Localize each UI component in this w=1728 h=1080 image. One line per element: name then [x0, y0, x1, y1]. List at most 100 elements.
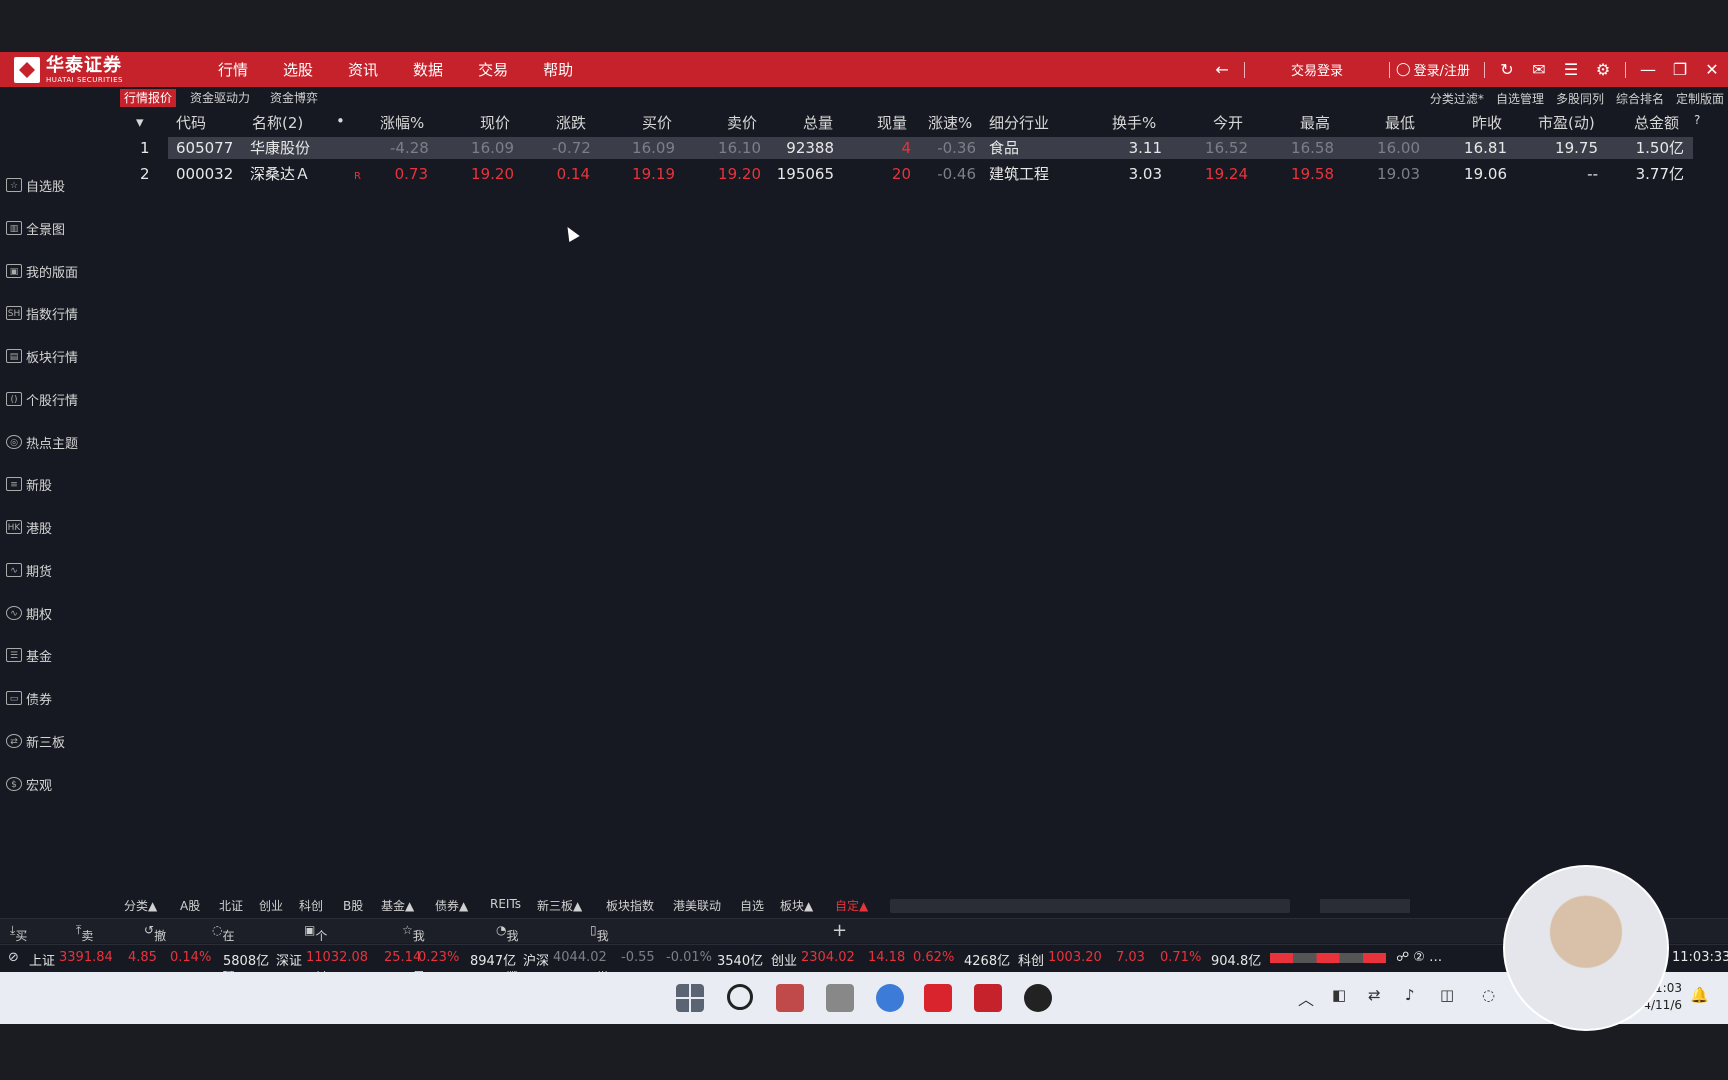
sidebar-item-options[interactable]: ∿ 期权: [6, 602, 52, 624]
my-layout-button[interactable]: ◔ 我的版面: [496, 923, 519, 994]
tab-category[interactable]: 分类▲: [124, 897, 157, 914]
app-icon[interactable]: [776, 984, 804, 1012]
sell-button[interactable]: ⤒ 卖出: [76, 923, 93, 960]
col-header-high[interactable]: 最高: [1300, 112, 1330, 134]
col-header-name[interactable]: 名称(2): [252, 112, 303, 134]
tab-sector-index[interactable]: 板块指数: [606, 897, 654, 914]
sidebar-item-futures[interactable]: ∿ 期货: [6, 559, 52, 581]
sidebar-item-bond[interactable]: ▭ 债券: [6, 687, 52, 709]
online-service-button[interactable]: ◌ 在线客服: [212, 923, 235, 994]
network-icon[interactable]: ◫: [1440, 986, 1454, 1004]
restore-icon[interactable]: ❐: [1664, 60, 1696, 79]
minimize-icon[interactable]: —: [1632, 60, 1664, 79]
sort-dropdown-icon[interactable]: ▾: [136, 113, 144, 135]
list-icon[interactable]: ☰: [1555, 60, 1587, 79]
tab-hk-us-link[interactable]: 港美联动: [673, 897, 721, 914]
sidebar-item-fund[interactable]: ☰ 基金: [6, 644, 52, 666]
sidebar-item-ipo[interactable]: ≡ 新股: [6, 473, 52, 495]
sidebar-item-my-layout[interactable]: ▣ 我的版面: [6, 260, 78, 282]
collapsed-tabs-placeholder[interactable]: [890, 899, 1290, 913]
tab-a-share[interactable]: A股: [180, 897, 200, 914]
sidebar-item-hk[interactable]: HK 港股: [6, 516, 52, 538]
my-news-button[interactable]: ▯ 我的资讯: [590, 923, 609, 994]
my-watchlist-button[interactable]: ☆ 我的自选: [402, 923, 425, 994]
cancel-order-button[interactable]: ↺ 撤单: [144, 923, 166, 960]
col-header-chg[interactable]: 涨跌: [556, 112, 586, 134]
tab-reits[interactable]: REITs: [490, 897, 521, 911]
browser-icon[interactable]: [876, 984, 904, 1012]
bell-icon[interactable]: 🔔: [1690, 986, 1709, 1004]
col-header-open[interactable]: 今开: [1213, 112, 1243, 134]
tab-neeq[interactable]: 新三板▲: [537, 897, 582, 914]
tab-quotes[interactable]: 行情报价: [120, 89, 177, 107]
tab-chinext[interactable]: 创业: [259, 897, 283, 914]
huatai-app-icon[interactable]: [974, 984, 1002, 1012]
menu-stock-picker[interactable]: 选股: [283, 59, 313, 80]
col-header-amount[interactable]: 总金额: [1634, 112, 1679, 134]
tab-capital-game[interactable]: 资金博弈: [266, 89, 322, 107]
menu-help[interactable]: 帮助: [543, 59, 573, 80]
sidebar-item-neeq[interactable]: ⇄ 新三板: [6, 730, 65, 752]
close-icon[interactable]: ✕: [1696, 60, 1728, 79]
app-icon[interactable]: [1024, 984, 1052, 1012]
sidebar-item-panorama[interactable]: ▥ 全景图: [6, 217, 65, 239]
tab-custom[interactable]: 自定▲: [835, 897, 868, 914]
mail-icon[interactable]: ✉: [1523, 60, 1555, 79]
ticker-toggle-icon[interactable]: ⊘: [8, 950, 19, 965]
tab-multi-stock[interactable]: 多股同列: [1556, 90, 1604, 107]
tab-capital-drive[interactable]: 资金驱动力: [186, 89, 254, 107]
sidebar-item-stock[interactable]: () 个股行情: [6, 388, 78, 410]
settings-tray-icon[interactable]: ⇄: [1368, 986, 1381, 1004]
menu-data[interactable]: 数据: [413, 59, 443, 80]
search-icon[interactable]: [727, 984, 753, 1010]
col-header-code[interactable]: 代码: [176, 112, 206, 134]
col-header-chg-pct[interactable]: 涨幅%: [380, 112, 424, 134]
col-header-vol[interactable]: 总量: [803, 112, 833, 134]
chat-icon[interactable]: ◌: [1482, 986, 1495, 1004]
gear-icon[interactable]: ⚙: [1587, 60, 1619, 79]
help-icon[interactable]: ?: [1694, 113, 1700, 135]
col-header-bid[interactable]: 买价: [642, 112, 672, 134]
col-header-low[interactable]: 最低: [1385, 112, 1415, 134]
col-header-ask[interactable]: 卖价: [727, 112, 757, 134]
col-header-turnover[interactable]: 换手%: [1112, 112, 1156, 134]
tab-star[interactable]: 科创: [299, 897, 323, 914]
menu-trade[interactable]: 交易: [478, 59, 508, 80]
tab-watchlist[interactable]: 自选: [740, 897, 764, 914]
tray-icon[interactable]: ◧: [1332, 986, 1346, 1004]
tab-b-share[interactable]: B股: [343, 897, 363, 914]
tab-watchlist-manage[interactable]: 自选管理: [1496, 90, 1544, 107]
tab-sector[interactable]: 板块▲: [780, 897, 813, 914]
refresh-icon[interactable]: ↻: [1491, 60, 1523, 79]
tab-category-filter[interactable]: 分类过滤*: [1430, 90, 1484, 107]
col-header-price[interactable]: 现价: [480, 112, 510, 134]
tab-ranking[interactable]: 综合排名: [1616, 90, 1664, 107]
sidebar-item-macro[interactable]: $ 宏观: [6, 773, 52, 795]
tab-custom-layout[interactable]: 定制版面: [1676, 90, 1724, 107]
tab-bse[interactable]: 北证: [219, 897, 243, 914]
microphone-icon[interactable]: ♪: [1405, 986, 1415, 1004]
tab-bond[interactable]: 债券▲: [435, 897, 468, 914]
horizontal-scrollbar[interactable]: [1320, 899, 1410, 913]
chevron-up-icon[interactable]: ︿: [1298, 986, 1314, 1010]
trade-login-button[interactable]: 交易登录: [1291, 60, 1343, 79]
add-icon[interactable]: +: [832, 920, 847, 941]
app-icon[interactable]: [924, 984, 952, 1012]
start-menu-icon[interactable]: [676, 984, 704, 1012]
col-header-pe[interactable]: 市盈(动): [1538, 112, 1595, 134]
sidebar-item-hot[interactable]: ◎ 热点主题: [6, 431, 78, 453]
sidebar-item-watchlist[interactable]: ☆ 自选股: [6, 174, 65, 196]
app-icon[interactable]: [826, 984, 854, 1012]
stock-quote-button[interactable]: ▣ 个股行情: [304, 923, 327, 994]
sidebar-item-index[interactable]: SH 指数行情: [6, 302, 78, 324]
col-header-cur-vol[interactable]: 现量: [877, 112, 907, 134]
col-header-prev-close[interactable]: 昨收: [1472, 112, 1502, 134]
login-register-button[interactable]: ◯ 登录/注册: [1396, 60, 1470, 79]
back-arrow-icon[interactable]: ←: [1206, 60, 1238, 79]
buy-button[interactable]: ⤓ 买入: [10, 923, 27, 960]
menu-news[interactable]: 资讯: [348, 59, 378, 80]
col-header-industry[interactable]: 细分行业: [989, 112, 1049, 134]
menu-quotes[interactable]: 行情: [218, 59, 248, 80]
sidebar-item-sector[interactable]: ▤ 板块行情: [6, 345, 78, 367]
tab-fund[interactable]: 基金▲: [381, 897, 414, 914]
